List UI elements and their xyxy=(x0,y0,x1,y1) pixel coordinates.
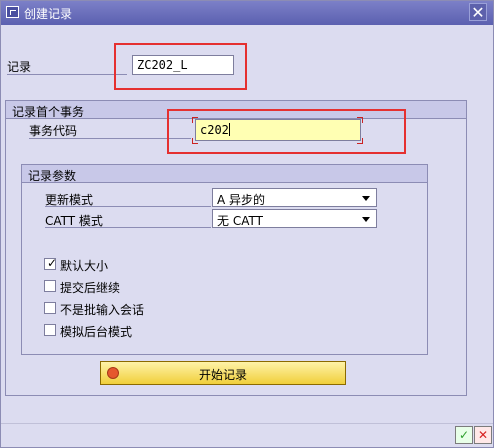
window-icon xyxy=(6,6,19,18)
simulate-background-mode-checkbox[interactable] xyxy=(44,324,56,336)
ok-button[interactable]: ✓ xyxy=(455,426,473,444)
catt-mode-value: 无 CATT xyxy=(217,214,263,228)
window-title: 创建记录 xyxy=(24,7,73,21)
catt-mode-label-underline xyxy=(45,227,211,228)
recording-parameters-header: 记录参数 xyxy=(22,165,427,183)
recording-label-underline xyxy=(7,74,127,75)
continue-after-commit-checkbox[interactable] xyxy=(44,280,56,292)
check-icon: ✓ xyxy=(47,256,58,270)
chevron-down-icon[interactable] xyxy=(362,217,370,222)
catt-mode-select[interactable]: 无 CATT xyxy=(212,209,377,228)
default-size-label: 默认大小 xyxy=(60,259,109,273)
create-recording-window: 创建记录 ✕ 记录 ZC202_L 记录首个事务 事务代码 c202 记录参数 … xyxy=(0,0,494,448)
start-recording-button[interactable]: 开始记录 xyxy=(100,361,346,385)
record-first-transaction-title: 记录首个事务 xyxy=(12,105,85,119)
update-mode-label-underline xyxy=(45,206,211,207)
update-mode-value: A 异步的 xyxy=(217,193,266,207)
close-icon[interactable]: ✕ xyxy=(469,3,487,22)
not-batch-input-session-label: 不是批输入会话 xyxy=(60,303,145,317)
dialog-action-bar: ✓ ✕ xyxy=(1,423,493,447)
cancel-button[interactable]: ✕ xyxy=(474,426,492,444)
chevron-down-icon[interactable] xyxy=(362,196,370,201)
recording-label: 记录 xyxy=(7,60,32,74)
title-bar: 创建记录 ✕ xyxy=(1,1,493,25)
continue-after-commit-label: 提交后继续 xyxy=(60,281,121,295)
not-batch-input-session-checkbox[interactable] xyxy=(44,302,56,314)
recording-parameters-title: 记录参数 xyxy=(28,169,77,183)
transaction-code-annotation-box xyxy=(167,109,406,154)
update-mode-select[interactable]: A 异步的 xyxy=(212,188,377,207)
transaction-code-label: 事务代码 xyxy=(29,124,78,138)
start-recording-label: 开始记录 xyxy=(198,368,247,382)
default-size-checkbox[interactable]: ✓ xyxy=(44,256,58,270)
cancel-icon: ✕ xyxy=(477,428,489,442)
check-icon: ✓ xyxy=(458,428,470,442)
recording-field-annotation-box xyxy=(114,43,247,90)
simulate-background-mode-label: 模拟后台模式 xyxy=(60,325,133,339)
